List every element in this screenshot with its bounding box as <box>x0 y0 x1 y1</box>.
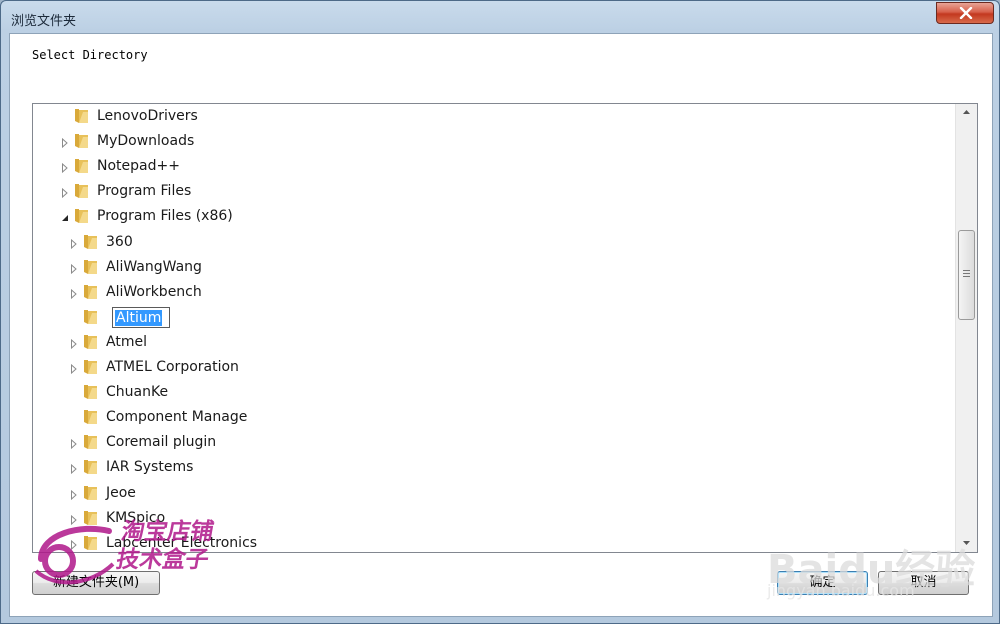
tree-item[interactable]: Atmel <box>33 331 933 356</box>
tree-item[interactable]: LenovoDrivers <box>33 105 933 130</box>
tree-item[interactable]: IAR Systems <box>33 456 933 481</box>
tree-item[interactable]: Altium <box>33 306 933 331</box>
folder-icon <box>84 385 97 400</box>
collapsed-triangle-icon[interactable] <box>61 163 69 174</box>
tree-item-label: Program Files (x86) <box>97 208 233 225</box>
tree-item[interactable]: MyDownloads <box>33 130 933 155</box>
shop-watermark-line2: 技术盒子 <box>114 547 211 573</box>
baidu-url-watermark: jingyan.baidu.com <box>767 581 915 600</box>
tree-item-label: Program Files <box>97 183 192 200</box>
folder-icon <box>75 159 88 174</box>
title-bar[interactable]: 浏览文件夹 <box>1 1 999 33</box>
tree-item[interactable]: Program Files <box>33 180 933 205</box>
rename-selected-text: Altium <box>115 309 163 326</box>
tree-item-label: LenovoDrivers <box>97 108 198 124</box>
collapsed-triangle-icon[interactable] <box>70 464 78 475</box>
tree-item-label: ChuanKe <box>106 384 169 401</box>
folder-icon <box>84 259 97 274</box>
tree-item-label: AliWorkbench <box>106 283 202 300</box>
folder-icon <box>75 184 88 199</box>
collapsed-triangle-icon[interactable] <box>70 364 78 374</box>
shop-watermark: 淘宝店铺 技术盒子 <box>114 518 216 574</box>
collapsed-triangle-icon[interactable] <box>70 238 78 249</box>
tree-item[interactable]: AliWorkbench <box>33 281 933 306</box>
collapsed-triangle-icon[interactable] <box>70 263 78 274</box>
collapsed-triangle-icon[interactable] <box>70 288 78 299</box>
folder-tree[interactable]: LenovoDrivers MyDownloads Notepad++ Program… <box>32 103 978 553</box>
tree-item-label: Coremail plugin <box>106 434 217 451</box>
folder-icon <box>84 284 97 299</box>
shop-logo-icon <box>34 525 115 585</box>
folder-icon <box>75 209 88 224</box>
tree-item-label: ATMEL Corporation <box>106 359 239 375</box>
thumb-grip-line <box>963 276 970 277</box>
tree-item[interactable]: Component Manage <box>33 406 933 431</box>
browse-folder-dialog: 浏览文件夹 Select Directory LenovoDrivers MyDo… <box>0 0 1000 624</box>
collapsed-triangle-icon[interactable] <box>61 138 69 149</box>
scroll-up-button[interactable] <box>956 104 977 121</box>
tree-item-label: MyDownloads <box>97 133 195 150</box>
tree-item[interactable]: AliWangWang <box>33 256 933 281</box>
expanded-triangle-icon[interactable] <box>61 213 69 223</box>
folder-icon <box>84 435 97 450</box>
tree-item[interactable]: ChuanKe <box>33 381 933 406</box>
tree-item-label: Atmel <box>106 333 147 350</box>
tree-item[interactable]: Program Files (x86) <box>33 205 933 230</box>
tree-item[interactable]: Notepad++ <box>33 155 933 180</box>
collapsed-triangle-icon[interactable] <box>70 489 78 500</box>
thumb-grip-line <box>963 273 970 274</box>
tree-item[interactable]: Coremail plugin <box>33 431 933 456</box>
folder-icon <box>84 360 97 374</box>
thumb-grip-line <box>963 270 970 271</box>
tree-item-label: Notepad++ <box>97 158 180 175</box>
folder-icon <box>84 334 97 349</box>
folder-icon <box>84 460 97 475</box>
tree-item[interactable]: ATMEL Corporation <box>33 356 933 381</box>
close-button[interactable] <box>936 2 994 24</box>
window-title: 浏览文件夹 <box>11 14 77 29</box>
close-icon <box>959 7 973 19</box>
folder-icon <box>84 309 97 324</box>
vertical-scrollbar[interactable] <box>955 104 977 552</box>
folder-icon <box>75 134 88 149</box>
rename-input[interactable]: Altium <box>112 306 170 328</box>
collapsed-triangle-icon[interactable] <box>61 188 69 199</box>
tree-item-label: Jeoe <box>106 484 136 501</box>
folder-icon <box>84 485 97 500</box>
tree-item-label: AliWangWang <box>106 258 202 275</box>
tree-item[interactable]: 360 <box>33 231 933 256</box>
tree-item[interactable]: Jeoe <box>33 482 933 507</box>
tree-item-label: Component Manage <box>106 409 248 426</box>
folder-tree-list[interactable]: LenovoDrivers MyDownloads Notepad++ Program… <box>33 104 955 552</box>
scroll-thumb[interactable] <box>958 230 975 320</box>
collapsed-triangle-icon[interactable] <box>70 338 78 349</box>
folder-icon <box>84 234 97 249</box>
folder-icon <box>75 109 88 123</box>
tree-item-label: IAR Systems <box>106 459 194 476</box>
scroll-up-icon <box>963 110 970 114</box>
folder-icon <box>84 410 97 425</box>
instruction-text: Select Directory <box>32 48 148 62</box>
collapsed-triangle-icon[interactable] <box>70 439 78 450</box>
tree-item-label: 360 <box>106 233 133 250</box>
shop-watermark-line1: 淘宝店铺 <box>119 519 216 545</box>
